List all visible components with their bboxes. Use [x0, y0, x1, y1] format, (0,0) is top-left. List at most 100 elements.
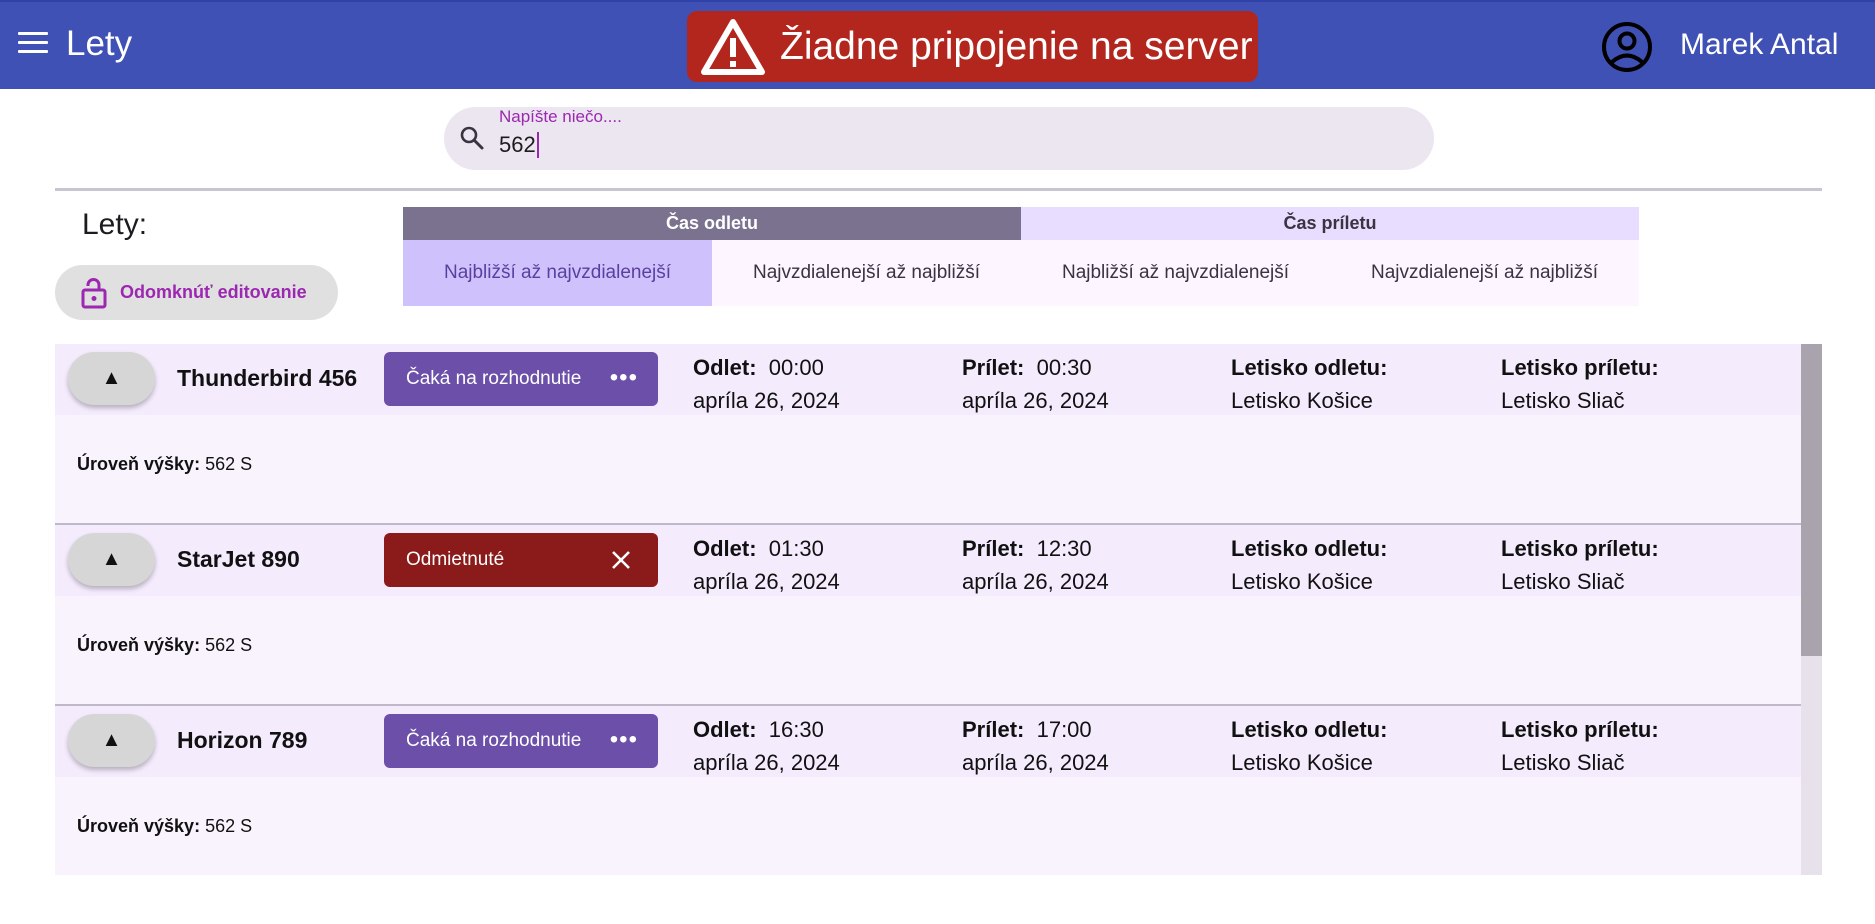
departure-airport-label: Letisko odletu:: [1231, 536, 1388, 561]
triangle-up-icon: ▲: [101, 729, 122, 751]
departure-date: apríla 26, 2024: [693, 750, 840, 775]
app-bar: Lety Žiadne pripojenie na server Marek A…: [0, 0, 1875, 89]
altitude-label: Úroveň výšky:: [77, 635, 201, 655]
search-field[interactable]: Napíšte niečo.... 562: [444, 107, 1434, 170]
status-label: Čaká na rozhodnutie: [406, 730, 582, 751]
departure-info: Odlet: 16:30 apríla 26, 2024: [693, 713, 840, 779]
flight-name: Thunderbird 456: [177, 365, 358, 391]
collapse-button[interactable]: ▲: [68, 533, 155, 586]
departure-airport: Letisko Košice: [1231, 388, 1373, 413]
altitude-value: 562 S: [205, 635, 253, 655]
departure-info: Odlet: 01:30 apríla 26, 2024: [693, 532, 840, 598]
departure-airport-info: Letisko odletu: Letisko Košice: [1231, 532, 1387, 598]
departure-label: Odlet:: [693, 355, 757, 380]
collapse-button[interactable]: ▲: [68, 714, 155, 767]
unlock-editing-button[interactable]: Odomknúť editovanie: [55, 265, 338, 320]
flight-card: ▲ Horizon 789 Čaká na rozhodnutie ••• Od…: [55, 706, 1801, 875]
more-horiz-icon: •••: [609, 726, 638, 753]
arrival-time: 12:30: [1036, 536, 1092, 561]
alert-text: Žiadne pripojenie na server: [780, 24, 1253, 68]
sort-header-departure: Čas odletu: [403, 207, 1021, 240]
departure-airport-label: Letisko odletu:: [1231, 355, 1388, 380]
app-title: Lety: [66, 24, 133, 63]
departure-airport-label: Letisko odletu:: [1231, 717, 1388, 742]
connection-alert: Žiadne pripojenie na server: [687, 11, 1258, 82]
lock-open-icon: [81, 277, 107, 308]
departure-label: Odlet:: [693, 536, 757, 561]
more-horiz-icon: •••: [609, 364, 638, 391]
departure-airport-info: Letisko odletu: Letisko Košice: [1231, 351, 1387, 417]
departure-time: 00:00: [768, 355, 824, 380]
departure-info: Odlet: 00:00 apríla 26, 2024: [693, 351, 840, 417]
altitude-info: Úroveň výšky: 562 S: [77, 635, 252, 656]
scrollbar-thumb[interactable]: [1801, 344, 1822, 656]
arrival-airport-info: Letisko príletu: Letisko Sliač: [1501, 351, 1659, 417]
departure-airport-info: Letisko odletu: Letisko Košice: [1231, 713, 1387, 779]
altitude-label: Úroveň výšky:: [77, 454, 201, 474]
altitude-info: Úroveň výšky: 562 S: [77, 454, 252, 475]
flight-card: ▲ StarJet 890 Odmietnuté Odlet: 01:30 ap…: [55, 525, 1822, 706]
user-name[interactable]: Marek Antal: [1680, 28, 1838, 62]
search-input[interactable]: 562: [499, 132, 539, 158]
altitude-value: 562 S: [205, 454, 253, 474]
search-input-value: 562: [499, 132, 536, 157]
triangle-up-icon: ▲: [101, 367, 122, 389]
scrollbar[interactable]: [1801, 344, 1822, 875]
altitude-label: Úroveň výšky:: [77, 816, 201, 836]
status-button[interactable]: Odmietnuté: [384, 533, 658, 587]
status-button[interactable]: Čaká na rozhodnutie •••: [384, 352, 658, 406]
arrival-date: apríla 26, 2024: [962, 569, 1109, 594]
flight-card-details: [55, 415, 1801, 524]
arrival-label: Prílet:: [962, 536, 1025, 561]
status-label: Odmietnuté: [406, 549, 505, 570]
close-icon: [612, 551, 630, 569]
flight-list: ▲ Thunderbird 456 Čaká na rozhodnutie ••…: [55, 344, 1822, 875]
flight-card-details: [55, 596, 1801, 705]
flight-card: ▲ Thunderbird 456 Čaká na rozhodnutie ••…: [55, 344, 1822, 525]
arrival-airport-label: Letisko príletu:: [1501, 536, 1659, 561]
arrival-airport: Letisko Sliač: [1501, 388, 1625, 413]
search-icon: [460, 126, 484, 150]
departure-date: apríla 26, 2024: [693, 388, 840, 413]
sort-departure-farthest-first[interactable]: Najvzdialenejší až najbližší: [712, 240, 1021, 306]
arrival-label: Prílet:: [962, 355, 1025, 380]
arrival-info: Prílet: 00:30 apríla 26, 2024: [962, 351, 1109, 417]
sort-departure-nearest-first[interactable]: Najbližší až najvzdialenejší: [403, 240, 712, 306]
arrival-info: Prílet: 17:00 apríla 26, 2024: [962, 713, 1109, 779]
departure-date: apríla 26, 2024: [693, 569, 840, 594]
arrival-airport-label: Letisko príletu:: [1501, 717, 1659, 742]
altitude-info: Úroveň výšky: 562 S: [77, 816, 252, 837]
arrival-airport: Letisko Sliač: [1501, 750, 1625, 775]
divider: [55, 188, 1822, 191]
flight-name: StarJet 890: [177, 546, 300, 572]
arrival-label: Prílet:: [962, 717, 1025, 742]
arrival-info: Prílet: 12:30 apríla 26, 2024: [962, 532, 1109, 598]
text-caret: [536, 132, 539, 158]
menu-icon[interactable]: [18, 32, 48, 58]
arrival-time: 17:00: [1036, 717, 1092, 742]
status-button[interactable]: Čaká na rozhodnutie •••: [384, 714, 658, 768]
arrival-airport-info: Letisko príletu: Letisko Sliač: [1501, 713, 1659, 779]
status-label: Čaká na rozhodnutie: [406, 368, 582, 389]
arrival-time: 00:30: [1036, 355, 1092, 380]
arrival-date: apríla 26, 2024: [962, 388, 1109, 413]
departure-time: 16:30: [768, 717, 824, 742]
collapse-button[interactable]: ▲: [68, 352, 155, 405]
sort-arrival-nearest-first[interactable]: Najbližší až najvzdialenejší: [1021, 240, 1330, 306]
arrival-airport-label: Letisko príletu:: [1501, 355, 1659, 380]
flight-name: Horizon 789: [177, 727, 308, 753]
departure-airport: Letisko Košice: [1231, 569, 1373, 594]
arrival-airport: Letisko Sliač: [1501, 569, 1625, 594]
departure-time: 01:30: [768, 536, 824, 561]
search-label: Napíšte niečo....: [499, 107, 622, 126]
unlock-editing-label: Odomknúť editovanie: [120, 282, 307, 302]
flight-card-details: [55, 777, 1801, 875]
arrival-date: apríla 26, 2024: [962, 750, 1109, 775]
departure-label: Odlet:: [693, 717, 757, 742]
account-circle-icon[interactable]: [1601, 21, 1653, 73]
triangle-up-icon: ▲: [101, 548, 122, 570]
arrival-airport-info: Letisko príletu: Letisko Sliač: [1501, 532, 1659, 598]
sort-header-arrival: Čas príletu: [1021, 207, 1639, 240]
sort-arrival-farthest-first[interactable]: Najvzdialenejší až najbližší: [1330, 240, 1639, 306]
departure-airport: Letisko Košice: [1231, 750, 1373, 775]
